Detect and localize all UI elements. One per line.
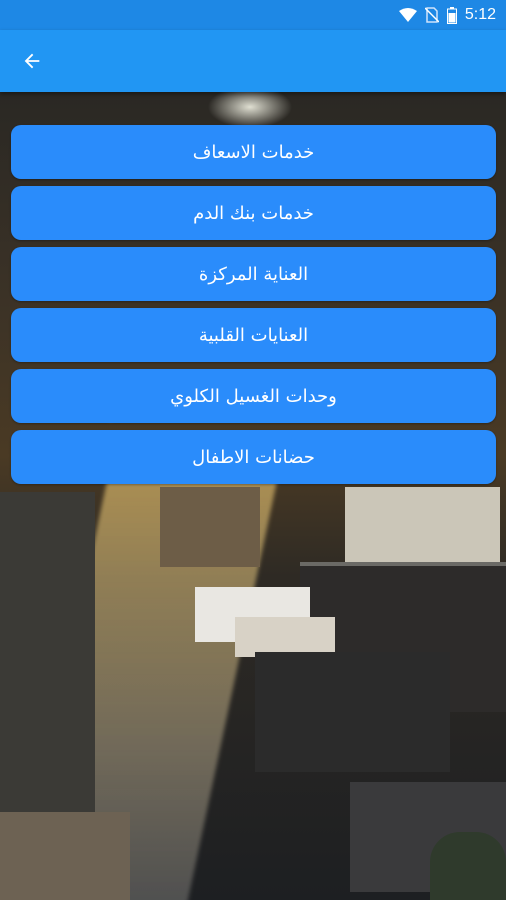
child-incubators-button[interactable]: حضانات الاطفال	[11, 430, 496, 484]
blood-bank-services-button[interactable]: خدمات بنك الدم	[11, 186, 496, 240]
building	[0, 812, 130, 900]
no-sim-icon	[424, 7, 439, 23]
status-time: 5:12	[464, 6, 496, 23]
intensive-care-button[interactable]: العناية المركزة	[11, 247, 496, 301]
building	[235, 617, 335, 657]
app-bar	[0, 30, 506, 92]
back-button[interactable]	[18, 47, 46, 75]
wifi-icon	[398, 8, 417, 22]
building	[160, 487, 260, 567]
building	[255, 652, 450, 772]
dialysis-units-button[interactable]: وحدات الغسيل الكلوي	[11, 369, 496, 423]
tree	[430, 832, 506, 900]
cardiac-care-button[interactable]: العنايات القلبية	[11, 308, 496, 362]
status-bar: 5:12	[0, 0, 506, 30]
battery-icon	[446, 6, 457, 24]
ambulance-services-button[interactable]: خدمات الاسعاف	[11, 125, 496, 179]
services-menu: خدمات الاسعاف خدمات بنك الدم العناية الم…	[11, 125, 496, 484]
arrow-back-icon	[24, 53, 40, 69]
